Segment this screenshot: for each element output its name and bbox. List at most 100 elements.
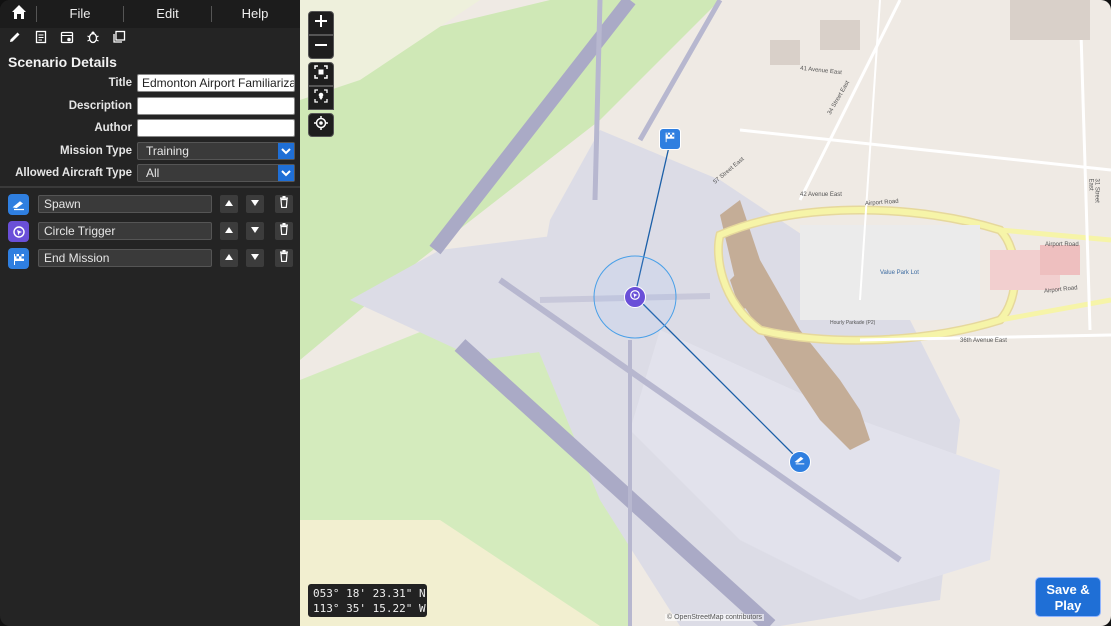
arrow-up-icon (224, 222, 234, 240)
schedule-tool-button[interactable] (58, 30, 76, 48)
map-canvas[interactable] (300, 0, 1111, 626)
map-view[interactable]: Value Park Lot Airport Road Airport Road… (300, 0, 1111, 626)
move-down-button[interactable] (246, 249, 264, 267)
longitude-text: 113° 35' 15.22" W (313, 602, 426, 615)
airport-road (999, 297, 1111, 323)
play-label: Play (1054, 598, 1082, 613)
step-row-spawn: Spawn (0, 194, 300, 216)
edit-tool-button[interactable] (6, 30, 24, 48)
delete-step-button[interactable] (275, 249, 293, 267)
plane-takeoff-icon (794, 453, 806, 471)
flag-icon (8, 248, 29, 269)
move-up-button[interactable] (220, 249, 238, 267)
title-label: Title (108, 77, 132, 89)
coordinates-readout: 053° 18' 23.31" N 113° 35' 15.22" W (308, 584, 427, 617)
fit-screen-icon (314, 64, 328, 84)
zoom-out-button[interactable] (308, 35, 334, 59)
step-name-input[interactable]: Circle Trigger (38, 222, 212, 240)
arrow-down-icon (250, 222, 260, 240)
title-input[interactable]: Edmonton Airport Familiarization (137, 74, 295, 92)
focus-steps-button[interactable] (308, 86, 334, 110)
trash-icon (279, 195, 289, 213)
copy-icon (112, 30, 126, 49)
divider (0, 186, 300, 188)
menu-help[interactable]: Help (212, 0, 298, 28)
section-title: Scenario Details (8, 54, 117, 70)
fit-view-button[interactable] (308, 62, 334, 86)
end-mission-marker[interactable] (659, 128, 681, 150)
minus-icon (314, 38, 328, 57)
plane-takeoff-icon (8, 194, 29, 215)
aircraft-type-value: All (146, 166, 160, 180)
delete-step-button[interactable] (275, 222, 293, 240)
delete-step-button[interactable] (275, 195, 293, 213)
map-label: 42 Avenue East (800, 192, 842, 198)
document-tool-button[interactable] (32, 30, 50, 48)
move-up-button[interactable] (220, 222, 238, 240)
target-trigger-icon (629, 288, 641, 306)
pencil-icon (8, 30, 22, 49)
arrow-up-icon (224, 249, 234, 267)
sidebar: File Edit Help Scenario Details Title Ed… (0, 0, 300, 626)
spawn-marker[interactable] (789, 451, 811, 473)
menu-file[interactable]: File (37, 0, 123, 28)
map-label: Value Park Lot (880, 270, 919, 276)
location-focus-icon (314, 88, 328, 108)
step-row-circle-trigger: Circle Trigger (0, 221, 300, 243)
arrow-down-icon (250, 249, 260, 267)
mission-type-select[interactable]: Training (137, 142, 295, 160)
aircraft-type-select[interactable]: All (137, 164, 295, 182)
flag-icon (664, 130, 676, 148)
mission-type-label: Mission Type (60, 145, 132, 157)
target-trigger-icon (8, 221, 29, 242)
bug-tool-button[interactable] (84, 30, 102, 48)
chevron-down-icon (278, 165, 294, 181)
arrow-up-icon (224, 195, 234, 213)
author-label: Author (94, 122, 132, 134)
save-label: Save & (1046, 582, 1090, 597)
my-location-button[interactable] (308, 113, 334, 137)
map-label: 36th Avenue East (960, 338, 1007, 344)
toolbar (0, 28, 300, 50)
trash-icon (279, 222, 289, 240)
zoom-in-button[interactable] (308, 11, 334, 35)
step-name-input[interactable]: End Mission (38, 249, 212, 267)
map-label: 31 Street East (1087, 178, 1100, 203)
home-button[interactable] (6, 3, 32, 25)
layers-tool-button[interactable] (110, 30, 128, 48)
trash-icon (279, 249, 289, 267)
avenue-road (739, 128, 1111, 172)
menu-edit[interactable]: Edit (124, 0, 211, 28)
description-input[interactable] (137, 97, 295, 115)
building (1040, 245, 1080, 275)
calendar-icon (60, 30, 74, 49)
circle-trigger-marker[interactable] (624, 286, 646, 308)
arrow-down-icon (250, 195, 260, 213)
move-up-button[interactable] (220, 195, 238, 213)
step-name-input[interactable]: Spawn (38, 195, 212, 213)
map-attribution[interactable]: © OpenStreetMap contributors (665, 614, 765, 621)
aircraft-type-label: Allowed Aircraft Type (15, 167, 132, 179)
street-road (1078, 0, 1092, 331)
map-label: Airport Road (1045, 242, 1079, 248)
move-down-button[interactable] (246, 195, 264, 213)
chevron-down-icon (278, 143, 294, 159)
step-row-end-mission: End Mission (0, 248, 300, 270)
map-label: Hourly Parkade (P2) (830, 320, 876, 326)
menu-bar: File Edit Help (0, 0, 300, 28)
document-icon (34, 30, 48, 49)
home-icon (10, 3, 28, 26)
airport-road (999, 227, 1111, 243)
description-label: Description (68, 100, 132, 112)
building (770, 40, 800, 65)
building (820, 20, 860, 50)
plus-icon (314, 14, 328, 33)
bug-icon (86, 30, 100, 49)
author-input[interactable] (137, 119, 295, 137)
crosshair-icon (314, 115, 328, 135)
save-and-play-button[interactable]: Save & Play (1035, 577, 1101, 617)
latitude-text: 053° 18' 23.31" N (313, 587, 426, 600)
mission-type-value: Training (146, 144, 189, 158)
move-down-button[interactable] (246, 222, 264, 240)
building (1010, 0, 1090, 40)
